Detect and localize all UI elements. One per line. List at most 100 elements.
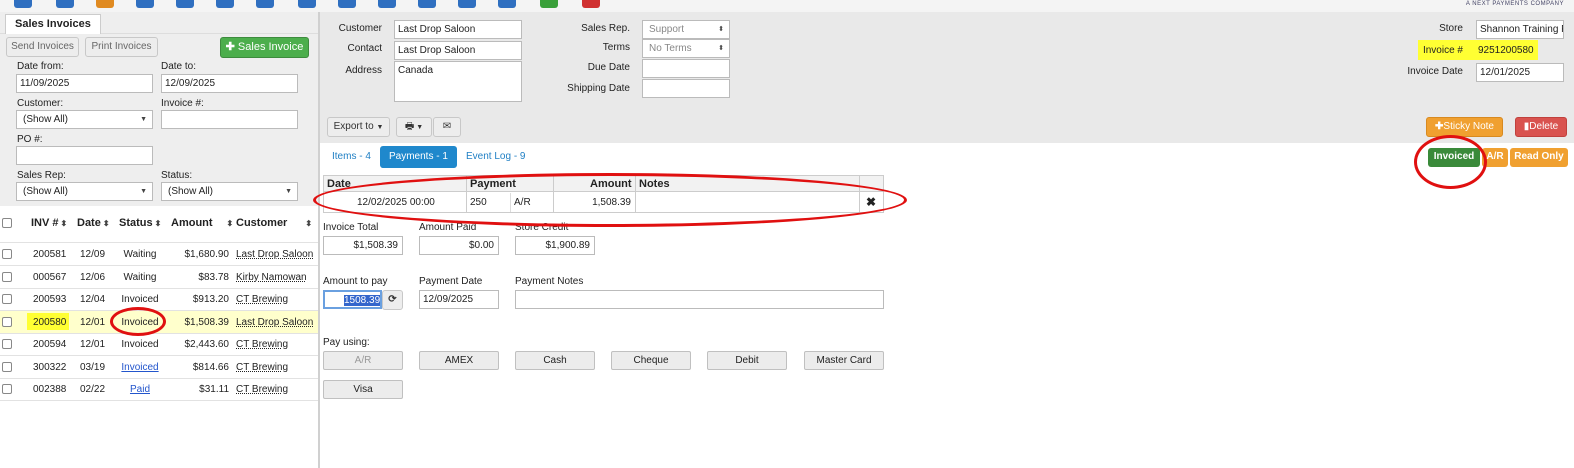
column-header-date[interactable]: Date ⬍ — [77, 217, 110, 229]
payment-notes-input[interactable] — [515, 290, 884, 309]
sort-icon: ⬍ — [102, 219, 110, 228]
check-icon[interactable] — [298, 0, 316, 8]
store-input[interactable]: Shannon Training F — [1476, 20, 1564, 39]
column-header-customer[interactable]: Customer ⬍ — [236, 217, 312, 229]
customer-input[interactable]: Last Drop Saloon — [394, 20, 522, 39]
amount-to-pay-label: Amount to pay — [323, 276, 388, 287]
row-checkbox[interactable] — [2, 339, 12, 349]
brand-text: A NEXT PAYMENTS COMPANY — [1465, 1, 1564, 7]
row-checkbox[interactable] — [2, 272, 12, 282]
column-header-amount[interactable]: Amount ⬍ — [171, 217, 233, 229]
column-header-inv[interactable]: INV # ⬍ — [31, 217, 67, 229]
row-checkbox[interactable] — [2, 362, 12, 372]
due-date-input[interactable] — [642, 59, 730, 78]
table-row[interactable]: 200581 12/09 Waiting $1,680.90 Last Drop Sal… — [0, 243, 318, 265]
row-invoice-number: 200580 — [33, 317, 67, 328]
row-status[interactable]: Invoiced — [114, 362, 166, 373]
tab-sales-invoices[interactable]: Sales Invoices — [5, 14, 101, 34]
top-toolbar: A NEXT PAYMENTS COMPANY — [0, 0, 1574, 12]
table-row[interactable]: 200594 12/01 Invoiced $2,443.60 CT Brewing — [0, 333, 318, 355]
document-icon[interactable] — [338, 0, 356, 8]
amount-to-pay-value: 1508.39 — [344, 295, 381, 306]
list-icon[interactable] — [136, 0, 154, 8]
column-header-status[interactable]: Status ⬍ — [119, 217, 161, 229]
payment-date-input[interactable]: 12/09/2025 — [419, 290, 499, 309]
row-checkbox[interactable] — [2, 294, 12, 304]
table-row[interactable]: 300322 03/19 Invoiced $814.66 CT Brewing — [0, 356, 318, 378]
send-invoices-button[interactable]: Send Invoices — [6, 37, 79, 57]
export-to-button[interactable]: Export to ▼ — [327, 117, 390, 137]
row-checkbox[interactable] — [2, 249, 12, 259]
table-row[interactable]: 200593 12/04 Invoiced $913.20 CT Brewing — [0, 288, 318, 310]
invoice-total-label: Invoice Total — [323, 222, 379, 233]
address-textarea[interactable]: Canada — [394, 61, 522, 102]
payment-date-label: Payment Date — [419, 276, 483, 287]
pay-cheque-button[interactable]: Cheque — [611, 351, 691, 370]
table-row[interactable]: 002388 02/22 Paid $31.11 CT Brewing — [0, 378, 318, 400]
tab-items[interactable]: Items - 4 — [323, 146, 380, 168]
salesrep-filter-select[interactable]: (Show All) ▼ — [16, 182, 153, 201]
row-invoice-number: 200594 — [33, 339, 67, 350]
terms-select[interactable]: No Terms ⬍ — [642, 39, 730, 58]
tab-payments[interactable]: Payments - 1 — [380, 146, 457, 168]
print-invoices-button[interactable]: Print Invoices — [85, 37, 158, 57]
status-filter-select[interactable]: (Show All) ▼ — [161, 182, 298, 201]
store-label: Store — [1439, 23, 1463, 34]
row-invoice-number: 002388 — [33, 384, 67, 395]
table-row[interactable]: 000567 12/06 Waiting $83.78 Kirby Namowan — [0, 266, 318, 288]
row-date: 02/22 — [80, 384, 106, 395]
select-all-checkbox[interactable] — [2, 218, 12, 228]
annotation-circle — [313, 173, 907, 227]
po-filter-input[interactable] — [16, 146, 153, 165]
refresh-amount-button[interactable]: ⟳ — [382, 290, 403, 310]
calculator-icon[interactable] — [256, 0, 274, 8]
pay-visa-button[interactable]: Visa — [323, 380, 403, 399]
badge-icon[interactable] — [498, 0, 516, 8]
dropdown-arrow-icon: ▼ — [140, 188, 147, 195]
row-checkbox[interactable] — [2, 317, 12, 327]
invoice-filter-input[interactable] — [161, 110, 298, 129]
sort-icon: ⬍ — [305, 219, 313, 228]
row-customer: CT Brewing — [236, 362, 289, 373]
salesrep-filter-value: (Show All) — [23, 186, 69, 197]
date-to-input[interactable]: 12/09/2025 — [161, 74, 298, 93]
list-icon[interactable] — [216, 0, 234, 8]
amount-to-pay-input[interactable]: 1508.39 — [323, 290, 382, 309]
email-button[interactable]: ✉ — [433, 117, 461, 137]
row-customer: Last Drop Saloon — [236, 249, 314, 260]
cart-icon[interactable] — [14, 0, 32, 8]
phone-icon[interactable] — [56, 0, 74, 8]
row-amount: $1,508.39 — [184, 317, 230, 328]
sort-icon: ⬍ — [154, 219, 162, 228]
row-status[interactable]: Paid — [114, 384, 166, 395]
delete-button[interactable]: ▮Delete — [1515, 117, 1567, 137]
date-from-input[interactable]: 11/09/2025 — [16, 74, 153, 93]
row-invoice-number: 200593 — [33, 294, 67, 305]
export-to-label: Export to — [333, 121, 374, 132]
invoice-date-input[interactable]: 12/01/2025 — [1476, 63, 1564, 82]
pay-debit-button[interactable]: Debit — [707, 351, 787, 370]
pay-ar-button[interactable]: A/R — [323, 351, 403, 370]
tab-event-log[interactable]: Event Log - 9 — [457, 146, 534, 168]
new-sales-invoice-button[interactable]: ✚ Sales Invoice — [220, 37, 309, 58]
row-checkbox[interactable] — [2, 384, 12, 394]
badge-icon[interactable] — [458, 0, 476, 8]
list-icon[interactable] — [176, 0, 194, 8]
shipping-date-input[interactable] — [642, 79, 730, 98]
badge-green-icon[interactable] — [540, 0, 558, 8]
user-icon[interactable] — [418, 0, 436, 8]
refresh-icon[interactable] — [378, 0, 396, 8]
customer-filter-select[interactable]: (Show All) ▼ — [16, 110, 153, 129]
badge-red-icon[interactable] — [582, 0, 600, 8]
print-button[interactable]: 🖶 ▼ — [396, 117, 432, 137]
pay-cash-button[interactable]: Cash — [515, 351, 595, 370]
pay-mastercard-button[interactable]: Master Card — [804, 351, 884, 370]
salesrep-select[interactable]: Support ⬍ — [642, 20, 730, 39]
sticky-note-button[interactable]: ✚Sticky Note — [1426, 117, 1503, 137]
contact-label: Contact — [347, 43, 382, 54]
contact-input[interactable]: Last Drop Saloon — [394, 41, 522, 60]
pay-amex-button[interactable]: AMEX — [419, 351, 499, 370]
chart-icon[interactable] — [96, 0, 114, 8]
caret-down-icon: ▼ — [414, 124, 424, 131]
sort-icon: ⬍ — [226, 219, 234, 228]
